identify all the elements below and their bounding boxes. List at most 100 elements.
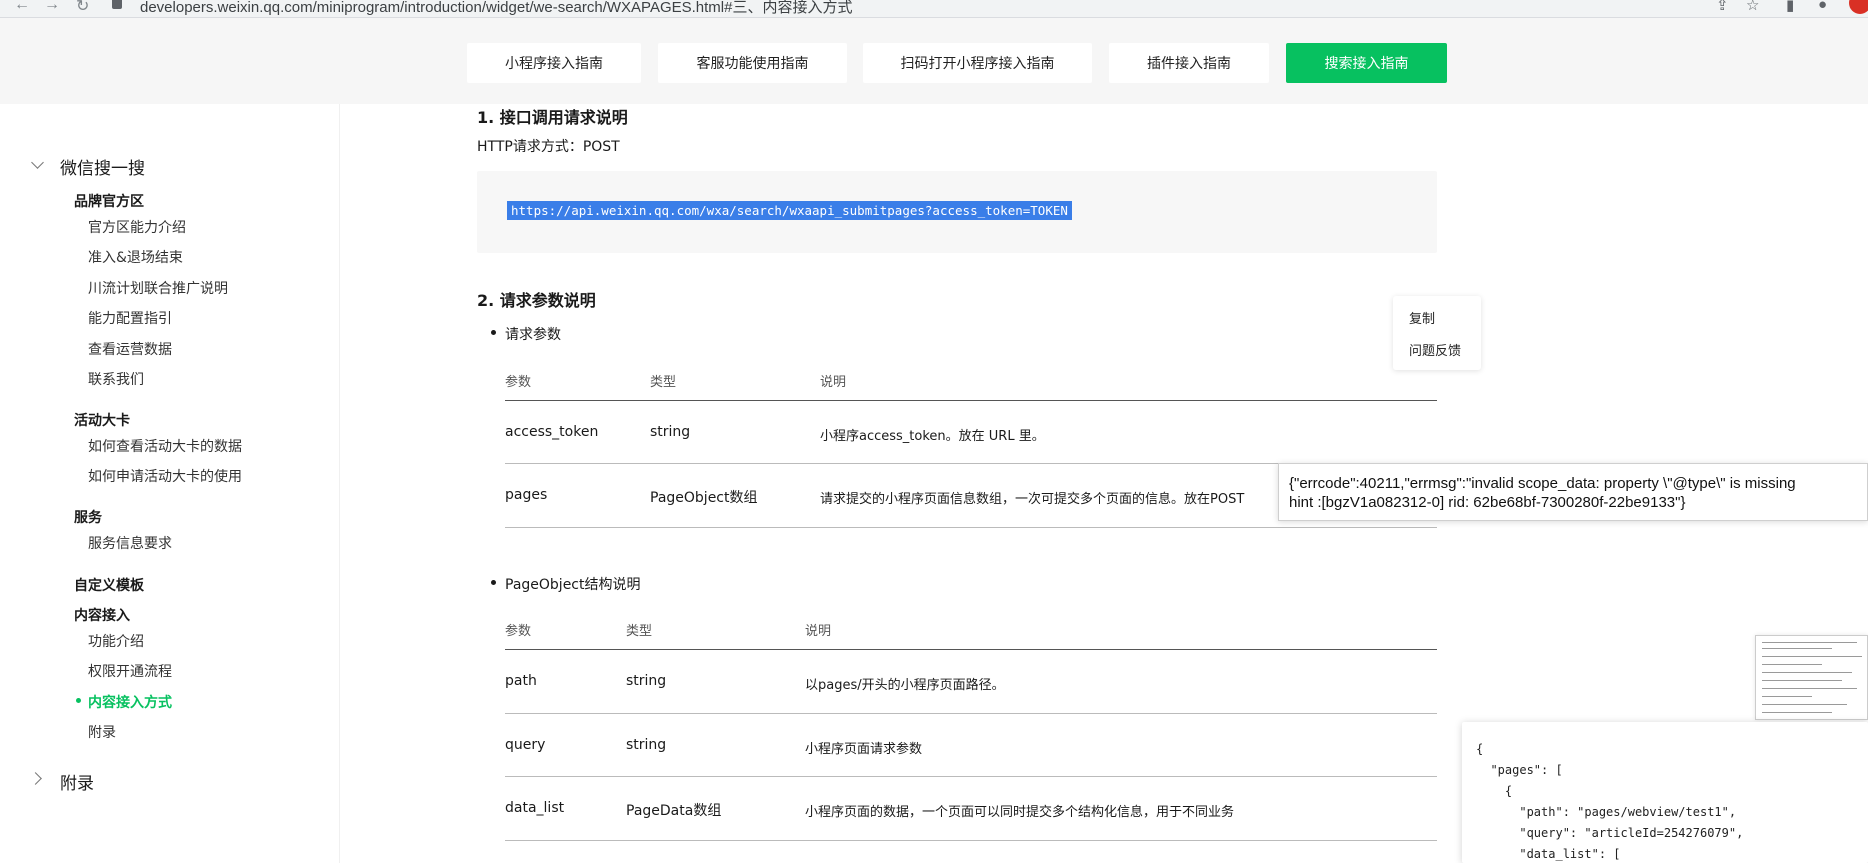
table1-header-rule: [505, 400, 1437, 401]
json-example-popup: { "pages": [ { "path": "pages/webview/te…: [1462, 722, 1868, 863]
table-cell: data_list: [505, 800, 565, 816]
thumbnail-line: [1762, 680, 1842, 681]
sidebar-section-activity[interactable]: 活动大卡: [74, 410, 130, 430]
profile-icon[interactable]: ●: [1818, 0, 1827, 13]
sidebar-item[interactable]: 川流计划联合推广说明: [88, 278, 228, 298]
table-cell: 请求提交的小程序页面信息数组，一次可提交多个页面的信息。放在POST: [820, 492, 1245, 507]
menu-item-copy[interactable]: 复制: [1409, 308, 1435, 327]
sidebar-item[interactable]: 附录: [88, 722, 116, 742]
update-badge-icon[interactable]: [1849, 0, 1868, 14]
table2-header-type: 类型: [626, 624, 653, 639]
table2-header-param: 参数: [505, 624, 532, 639]
tab-customer-service-guide[interactable]: 客服功能使用指南: [658, 43, 847, 83]
table-row-divider: [505, 713, 1437, 714]
sidebar-group-appendix[interactable]: 附录: [60, 769, 94, 794]
page-thumbnail[interactable]: [1755, 635, 1868, 720]
section1-heading: 1. 接口调用请求说明: [477, 108, 628, 127]
thumbnail-line: [1762, 704, 1847, 705]
bullet-icon: [491, 330, 496, 335]
table-cell: string: [650, 424, 691, 440]
api-url-selected-text[interactable]: https://api.weixin.qq.com/wxa/search/wxa…: [507, 201, 1072, 220]
table-cell: 小程序页面请求参数: [805, 742, 923, 757]
tab-label: 插件接入指南: [1147, 56, 1231, 72]
share-icon[interactable]: ⇪: [1716, 0, 1729, 14]
reload-icon[interactable]: ↻: [76, 0, 89, 16]
table-row-divider: [505, 840, 1437, 841]
thumbnail-line: [1762, 656, 1862, 657]
tab-miniprogram-guide[interactable]: 小程序接入指南: [467, 43, 641, 83]
tab-scan-open-guide[interactable]: 扫码打开小程序接入指南: [863, 43, 1092, 83]
url-field[interactable]: developers.weixin.qq.com/miniprogram/int…: [140, 0, 852, 17]
table1-header-param: 参数: [505, 375, 532, 390]
tab-search-guide[interactable]: 搜索接入指南: [1286, 43, 1447, 83]
sidebar-item[interactable]: 官方区能力介绍: [88, 217, 186, 237]
bullet-icon: [491, 580, 496, 585]
sidebar-item[interactable]: 权限开通流程: [88, 661, 172, 681]
table-cell: PageObject数组: [650, 490, 758, 506]
table-cell: pages: [505, 487, 548, 503]
table-row-divider: [505, 776, 1437, 777]
sidebar-section-brand[interactable]: 品牌官方区: [74, 191, 144, 211]
table-cell: query: [505, 737, 546, 753]
tab-label: 小程序接入指南: [505, 56, 603, 72]
thumbnail-line: [1762, 642, 1857, 643]
table-cell: 以pages/开头的小程序页面路径。: [805, 678, 1005, 693]
table-cell: string: [626, 737, 667, 753]
table-cell: 小程序access_token。放在 URL 里。: [820, 429, 1045, 444]
thumbnail-line: [1762, 688, 1857, 689]
active-bullet-icon: [76, 698, 81, 703]
json-line: "path": "pages/webview/test1",: [1476, 805, 1737, 819]
sidebar-item[interactable]: 查看运营数据: [88, 339, 172, 359]
error-line-1: {"errcode":40211,"errmsg":"invalid scope…: [1289, 475, 1796, 492]
tab-label: 扫码打开小程序接入指南: [900, 56, 1055, 72]
json-line: {: [1476, 742, 1484, 756]
lock-icon: [112, 0, 122, 9]
thumbnail-line: [1762, 672, 1852, 673]
tab-plugin-guide[interactable]: 插件接入指南: [1109, 43, 1269, 83]
thumbnail-line: [1762, 696, 1812, 697]
sidebar-section-custom-template[interactable]: 自定义模板: [74, 575, 144, 595]
table-cell: string: [626, 673, 667, 689]
table2-header-desc: 说明: [805, 624, 832, 639]
sidebar-item[interactable]: 功能介绍: [88, 631, 144, 651]
json-line: "data_list": [: [1476, 847, 1621, 861]
sidebar-item[interactable]: 准入&退场结束: [88, 247, 183, 267]
bullet-pageobject: PageObject结构说明: [505, 577, 641, 593]
error-response-tooltip: {"errcode":40211,"errmsg":"invalid scope…: [1278, 463, 1868, 521]
sidebar-item[interactable]: 服务信息要求: [88, 533, 172, 553]
guide-tab-bar: 小程序接入指南 客服功能使用指南 扫码打开小程序接入指南 插件接入指南 搜索接入…: [0, 18, 1868, 104]
sidebar-item[interactable]: 能力配置指引: [88, 308, 172, 328]
table1-header-desc: 说明: [820, 375, 847, 390]
context-menu: 复制 问题反馈: [1393, 296, 1481, 370]
table1-header-type: 类型: [650, 375, 677, 390]
side-panel-icon[interactable]: ▮: [1786, 0, 1794, 14]
sidebar-item-active[interactable]: 内容接入方式: [88, 692, 172, 712]
http-method-text: HTTP请求方式：POST: [477, 139, 620, 155]
sidebar-item[interactable]: 如何查看活动大卡的数据: [88, 436, 242, 456]
back-arrow-icon[interactable]: ←: [14, 0, 30, 14]
section2-heading: 2. 请求参数说明: [477, 291, 596, 310]
table-cell: PageData数组: [626, 803, 722, 819]
forward-arrow-icon[interactable]: →: [44, 0, 60, 14]
sidebar-item[interactable]: 如何申请活动大卡的使用: [88, 466, 242, 486]
json-line: "pages": [: [1476, 763, 1563, 777]
json-line: {: [1476, 784, 1513, 798]
table-cell: access_token: [505, 424, 599, 440]
sidebar-section-service[interactable]: 服务: [74, 507, 102, 527]
thumbnail-line: [1762, 712, 1832, 713]
table-row-divider: [505, 527, 1437, 528]
code-block: https://api.weixin.qq.com/wxa/search/wxa…: [477, 171, 1437, 253]
thumbnail-line: [1762, 664, 1822, 665]
sidebar-item[interactable]: 联系我们: [88, 369, 144, 389]
menu-item-feedback[interactable]: 问题反馈: [1409, 340, 1461, 359]
sidebar-group-title[interactable]: 微信搜一搜: [60, 154, 145, 179]
error-line-2: hint :[bgzV1a082312-0] rid: 62be68bf-730…: [1289, 494, 1686, 511]
tab-label: 客服功能使用指南: [696, 56, 809, 72]
thumbnail-line: [1762, 648, 1832, 649]
table-cell: path: [505, 673, 537, 689]
bookmark-star-icon[interactable]: ☆: [1746, 0, 1759, 14]
sidebar-section-content-access[interactable]: 内容接入: [74, 605, 130, 625]
bullet-request-params: 请求参数: [505, 327, 561, 343]
table-cell: 小程序页面的数据，一个页面可以同时提交多个结构化信息，用于不同业务: [805, 805, 1235, 820]
json-line: "query": "articleId=254276079",: [1476, 826, 1744, 840]
